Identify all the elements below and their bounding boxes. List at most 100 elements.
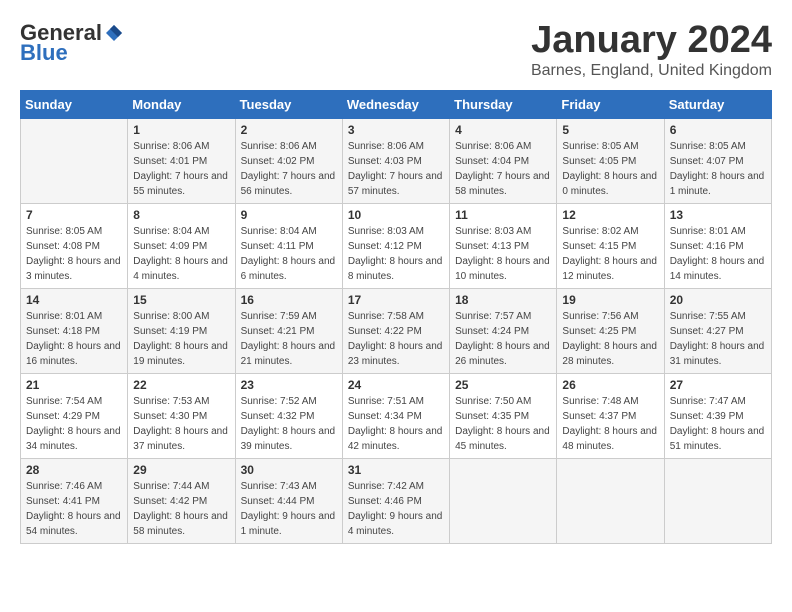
day-info: Sunrise: 7:54 AMSunset: 4:29 PMDaylight:… bbox=[26, 394, 122, 454]
calendar-cell: 16 Sunrise: 7:59 AMSunset: 4:21 PMDayligh… bbox=[235, 288, 342, 373]
day-info: Sunrise: 7:56 AMSunset: 4:25 PMDaylight:… bbox=[562, 309, 658, 369]
calendar-cell bbox=[21, 118, 128, 203]
calendar-cell: 29 Sunrise: 7:44 AMSunset: 4:42 PMDayligh… bbox=[128, 458, 235, 543]
day-info: Sunrise: 8:06 AMSunset: 4:03 PMDaylight:… bbox=[348, 139, 444, 199]
day-number: 28 bbox=[26, 463, 122, 477]
calendar-header-row: SundayMondayTuesdayWednesdayThursdayFrid… bbox=[21, 90, 772, 118]
day-number: 5 bbox=[562, 123, 658, 137]
day-info: Sunrise: 8:06 AMSunset: 4:01 PMDaylight:… bbox=[133, 139, 229, 199]
day-number: 20 bbox=[670, 293, 766, 307]
day-info: Sunrise: 8:01 AMSunset: 4:16 PMDaylight:… bbox=[670, 224, 766, 284]
calendar-cell: 26 Sunrise: 7:48 AMSunset: 4:37 PMDayligh… bbox=[557, 373, 664, 458]
day-info: Sunrise: 8:02 AMSunset: 4:15 PMDaylight:… bbox=[562, 224, 658, 284]
calendar-cell: 8Sunrise: 8:04 AMSunset: 4:09 PMDaylight… bbox=[128, 203, 235, 288]
calendar-cell: 4 Sunrise: 8:06 AMSunset: 4:04 PMDaylight… bbox=[450, 118, 557, 203]
calendar-cell: 22Sunrise: 7:53 AMSunset: 4:30 PMDayligh… bbox=[128, 373, 235, 458]
calendar-subtitle: Barnes, England, United Kingdom bbox=[531, 62, 772, 80]
day-number: 26 bbox=[562, 378, 658, 392]
day-number: 17 bbox=[348, 293, 444, 307]
day-number: 7 bbox=[26, 208, 122, 222]
day-info: Sunrise: 8:06 AMSunset: 4:02 PMDaylight:… bbox=[241, 139, 337, 199]
day-number: 4 bbox=[455, 123, 551, 137]
day-number: 25 bbox=[455, 378, 551, 392]
calendar-week-row: 28Sunrise: 7:46 AMSunset: 4:41 PMDayligh… bbox=[21, 458, 772, 543]
calendar-cell: 17Sunrise: 7:58 AMSunset: 4:22 PMDayligh… bbox=[342, 288, 449, 373]
day-info: Sunrise: 8:04 AMSunset: 4:11 PMDaylight:… bbox=[241, 224, 337, 284]
calendar-cell: 27Sunrise: 7:47 AMSunset: 4:39 PMDayligh… bbox=[664, 373, 771, 458]
calendar-cell: 24Sunrise: 7:51 AMSunset: 4:34 PMDayligh… bbox=[342, 373, 449, 458]
calendar-cell: 21 Sunrise: 7:54 AMSunset: 4:29 PMDayligh… bbox=[21, 373, 128, 458]
day-info: Sunrise: 7:43 AMSunset: 4:44 PMDaylight:… bbox=[241, 479, 337, 539]
calendar-cell bbox=[450, 458, 557, 543]
day-info: Sunrise: 7:57 AMSunset: 4:24 PMDaylight:… bbox=[455, 309, 551, 369]
calendar-cell: 12 Sunrise: 8:02 AMSunset: 4:15 PMDayligh… bbox=[557, 203, 664, 288]
calendar-cell: 28Sunrise: 7:46 AMSunset: 4:41 PMDayligh… bbox=[21, 458, 128, 543]
day-of-week-header: Friday bbox=[557, 90, 664, 118]
day-info: Sunrise: 8:00 AMSunset: 4:19 PMDaylight:… bbox=[133, 309, 229, 369]
day-info: Sunrise: 8:06 AMSunset: 4:04 PMDaylight:… bbox=[455, 139, 551, 199]
day-number: 1 bbox=[133, 123, 229, 137]
day-number: 30 bbox=[241, 463, 337, 477]
calendar-cell: 13 Sunrise: 8:01 AMSunset: 4:16 PMDayligh… bbox=[664, 203, 771, 288]
day-number: 9 bbox=[241, 208, 337, 222]
calendar-cell: 9 Sunrise: 8:04 AMSunset: 4:11 PMDaylight… bbox=[235, 203, 342, 288]
calendar-cell: 15 Sunrise: 8:00 AMSunset: 4:19 PMDayligh… bbox=[128, 288, 235, 373]
day-of-week-header: Monday bbox=[128, 90, 235, 118]
day-of-week-header: Tuesday bbox=[235, 90, 342, 118]
day-info: Sunrise: 8:04 AMSunset: 4:09 PMDaylight:… bbox=[133, 224, 229, 284]
calendar-cell: 1 Sunrise: 8:06 AMSunset: 4:01 PMDaylight… bbox=[128, 118, 235, 203]
day-info: Sunrise: 7:59 AMSunset: 4:21 PMDaylight:… bbox=[241, 309, 337, 369]
calendar-cell: 3 Sunrise: 8:06 AMSunset: 4:03 PMDaylight… bbox=[342, 118, 449, 203]
calendar-cell: 10 Sunrise: 8:03 AMSunset: 4:12 PMDayligh… bbox=[342, 203, 449, 288]
calendar-cell: 23 Sunrise: 7:52 AMSunset: 4:32 PMDayligh… bbox=[235, 373, 342, 458]
day-info: Sunrise: 8:01 AMSunset: 4:18 PMDaylight:… bbox=[26, 309, 122, 369]
day-info: Sunrise: 7:48 AMSunset: 4:37 PMDaylight:… bbox=[562, 394, 658, 454]
calendar-cell: 7 Sunrise: 8:05 AMSunset: 4:08 PMDaylight… bbox=[21, 203, 128, 288]
day-number: 13 bbox=[670, 208, 766, 222]
day-number: 12 bbox=[562, 208, 658, 222]
calendar-cell: 25 Sunrise: 7:50 AMSunset: 4:35 PMDayligh… bbox=[450, 373, 557, 458]
day-number: 3 bbox=[348, 123, 444, 137]
day-info: Sunrise: 8:05 AMSunset: 4:05 PMDaylight:… bbox=[562, 139, 658, 199]
day-info: Sunrise: 8:03 AMSunset: 4:12 PMDaylight:… bbox=[348, 224, 444, 284]
day-number: 6 bbox=[670, 123, 766, 137]
logo-icon bbox=[104, 23, 124, 43]
calendar-cell: 19 Sunrise: 7:56 AMSunset: 4:25 PMDayligh… bbox=[557, 288, 664, 373]
day-number: 15 bbox=[133, 293, 229, 307]
logo-blue: Blue bbox=[20, 40, 68, 66]
calendar-cell: 20Sunrise: 7:55 AMSunset: 4:27 PMDayligh… bbox=[664, 288, 771, 373]
calendar-cell bbox=[557, 458, 664, 543]
day-info: Sunrise: 7:52 AMSunset: 4:32 PMDaylight:… bbox=[241, 394, 337, 454]
day-of-week-header: Wednesday bbox=[342, 90, 449, 118]
day-info: Sunrise: 8:03 AMSunset: 4:13 PMDaylight:… bbox=[455, 224, 551, 284]
calendar-cell: 18 Sunrise: 7:57 AMSunset: 4:24 PMDayligh… bbox=[450, 288, 557, 373]
day-info: Sunrise: 7:50 AMSunset: 4:35 PMDaylight:… bbox=[455, 394, 551, 454]
day-info: Sunrise: 7:44 AMSunset: 4:42 PMDaylight:… bbox=[133, 479, 229, 539]
calendar-cell: 30 Sunrise: 7:43 AMSunset: 4:44 PMDayligh… bbox=[235, 458, 342, 543]
calendar-cell bbox=[664, 458, 771, 543]
day-of-week-header: Saturday bbox=[664, 90, 771, 118]
day-number: 21 bbox=[26, 378, 122, 392]
day-number: 29 bbox=[133, 463, 229, 477]
calendar-week-row: 14 Sunrise: 8:01 AMSunset: 4:18 PMDayligh… bbox=[21, 288, 772, 373]
day-info: Sunrise: 7:42 AMSunset: 4:46 PMDaylight:… bbox=[348, 479, 444, 539]
calendar-cell: 2Sunrise: 8:06 AMSunset: 4:02 PMDaylight… bbox=[235, 118, 342, 203]
day-info: Sunrise: 8:05 AMSunset: 4:07 PMDaylight:… bbox=[670, 139, 766, 199]
calendar-cell: 14 Sunrise: 8:01 AMSunset: 4:18 PMDayligh… bbox=[21, 288, 128, 373]
calendar-cell: 5 Sunrise: 8:05 AMSunset: 4:05 PMDaylight… bbox=[557, 118, 664, 203]
day-number: 18 bbox=[455, 293, 551, 307]
day-number: 24 bbox=[348, 378, 444, 392]
day-number: 23 bbox=[241, 378, 337, 392]
day-info: Sunrise: 8:05 AMSunset: 4:08 PMDaylight:… bbox=[26, 224, 122, 284]
day-of-week-header: Thursday bbox=[450, 90, 557, 118]
calendar-cell: 6 Sunrise: 8:05 AMSunset: 4:07 PMDaylight… bbox=[664, 118, 771, 203]
day-number: 19 bbox=[562, 293, 658, 307]
day-number: 14 bbox=[26, 293, 122, 307]
day-number: 31 bbox=[348, 463, 444, 477]
logo: General Blue bbox=[20, 20, 124, 66]
day-info: Sunrise: 7:53 AMSunset: 4:30 PMDaylight:… bbox=[133, 394, 229, 454]
day-number: 10 bbox=[348, 208, 444, 222]
title-block: January 2024 Barnes, England, United Kin… bbox=[531, 20, 772, 80]
page-header: General Blue January 2024 Barnes, Englan… bbox=[20, 20, 772, 80]
day-number: 16 bbox=[241, 293, 337, 307]
